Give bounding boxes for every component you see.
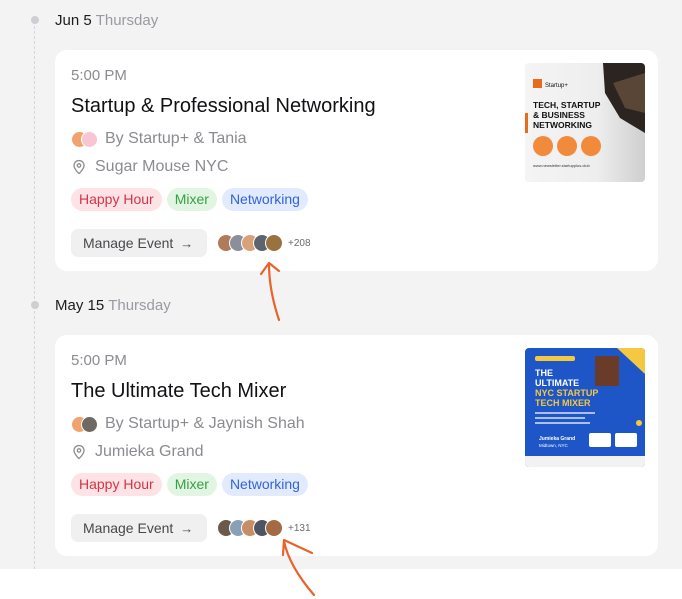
arrow-right-icon: → xyxy=(180,520,194,536)
event-time: 5:00 PM xyxy=(71,67,127,84)
host-row: By Startup+ & Jaynish Shah xyxy=(71,415,305,433)
manage-event-button[interactable]: Manage Event → xyxy=(71,514,207,542)
location-text: Sugar Mouse NYC xyxy=(95,158,229,175)
tag-mixer[interactable]: Mixer xyxy=(166,473,217,496)
weekday-label: Thursday xyxy=(95,12,159,29)
event-flyer-image[interactable]: Startup+ TECH, STARTUP & BUSINESS NETWOR… xyxy=(525,63,645,182)
timeline-line xyxy=(34,16,35,569)
manage-event-label: Manage Event xyxy=(83,235,174,251)
weekday-label: Thursday xyxy=(108,297,171,314)
flyer-headline: THE xyxy=(535,368,553,378)
tag-networking[interactable]: Networking xyxy=(221,188,308,211)
date-label: Jun 5 xyxy=(55,12,92,29)
tag-list: Happy Hour Mixer Networking xyxy=(71,188,308,211)
timeline-dot xyxy=(31,16,39,24)
map-pin-icon xyxy=(73,444,85,460)
manage-event-button[interactable]: Manage Event → xyxy=(71,229,207,257)
flyer-headline: NYC STARTUP xyxy=(535,388,598,398)
arrow-right-icon: → xyxy=(180,235,194,251)
event-card[interactable]: 5:00 PM The Ultimate Tech Mixer By Start… xyxy=(55,335,658,556)
date-header: May 15 Thursday xyxy=(55,297,171,315)
host-avatars xyxy=(71,131,99,148)
host-text: By Startup+ & Jaynish Shah xyxy=(105,415,305,432)
flyer-url: www.newsletter.startupplus.club xyxy=(533,163,590,168)
flyer-headline: NETWORKING xyxy=(533,120,592,130)
attendee-avatar xyxy=(265,234,283,252)
manage-event-label: Manage Event xyxy=(83,520,174,536)
event-title[interactable]: Startup & Professional Networking xyxy=(71,95,376,118)
tag-happy-hour[interactable]: Happy Hour xyxy=(71,473,162,496)
date-label: May 15 xyxy=(55,297,105,314)
flyer-brand: Startup+ xyxy=(545,83,568,89)
date-header: Jun 5 Thursday xyxy=(55,12,158,30)
attendee-avatar xyxy=(265,519,283,537)
host-avatar xyxy=(81,416,98,433)
attendee-count: +208 xyxy=(286,236,313,250)
event-flyer-image[interactable]: THE ULTIMATE NYC STARTUP TECH MIXER Jumi… xyxy=(525,348,645,467)
attendee-count: +131 xyxy=(286,521,313,535)
flyer-city: Midtown, NYC xyxy=(539,443,569,448)
tag-happy-hour[interactable]: Happy Hour xyxy=(71,188,162,211)
attendee-avatars[interactable]: +131 xyxy=(217,519,313,537)
host-text: By Startup+ & Tania xyxy=(105,130,247,147)
location-row: Sugar Mouse NYC xyxy=(71,158,228,176)
location-row: Jumieka Grand xyxy=(71,443,204,461)
flyer-headline: TECH MIXER xyxy=(535,398,591,408)
location-text: Jumieka Grand xyxy=(95,443,204,460)
event-title[interactable]: The Ultimate Tech Mixer xyxy=(71,380,286,403)
flyer-headline: & BUSINESS xyxy=(533,110,585,120)
event-card[interactable]: 5:00 PM Startup & Professional Networkin… xyxy=(55,50,658,271)
map-pin-icon xyxy=(73,159,85,175)
flyer-headline: TECH, STARTUP xyxy=(533,100,601,110)
tag-networking[interactable]: Networking xyxy=(221,473,308,496)
attendee-avatars[interactable]: +208 xyxy=(217,234,313,252)
event-time: 5:00 PM xyxy=(71,352,127,369)
tag-mixer[interactable]: Mixer xyxy=(166,188,217,211)
host-row: By Startup+ & Tania xyxy=(71,130,247,148)
host-avatar xyxy=(81,131,98,148)
host-avatars xyxy=(71,416,99,433)
timeline-dot xyxy=(31,301,39,309)
tag-list: Happy Hour Mixer Networking xyxy=(71,473,308,496)
page-bottom-area xyxy=(0,569,682,599)
flyer-headline: ULTIMATE xyxy=(535,378,579,388)
flyer-venue: Jumieka Grand xyxy=(539,436,575,442)
